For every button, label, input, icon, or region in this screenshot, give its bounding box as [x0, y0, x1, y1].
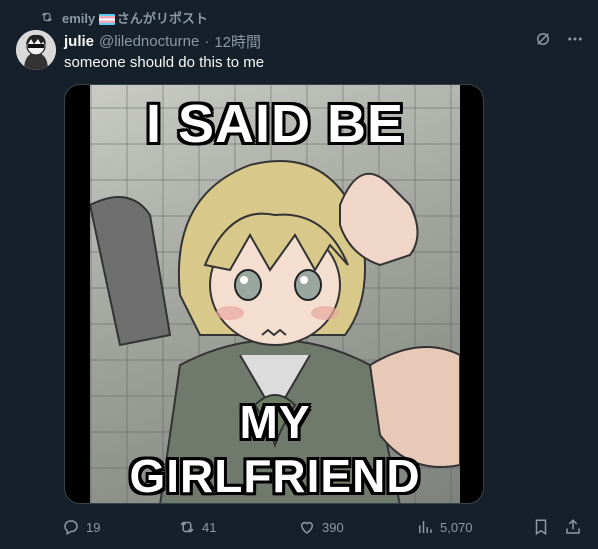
repost-indicator[interactable]: emily さんがリポスト [40, 6, 208, 28]
like-button[interactable]: 390 [298, 518, 344, 536]
display-name[interactable]: julie [64, 33, 94, 50]
user-handle[interactable]: @lilednocturne [99, 33, 199, 50]
reply-button[interactable]: 19 [62, 518, 100, 536]
share-icon [566, 519, 580, 534]
reply-icon [64, 520, 78, 536]
avatar[interactable] [16, 30, 56, 70]
repost-count: 41 [202, 519, 217, 535]
views-chart-icon [419, 521, 432, 533]
heart-icon [300, 521, 314, 534]
repost-user[interactable]: emily [62, 11, 95, 26]
repost-label: さんがリポスト [116, 10, 208, 26]
views-count: 5,070 [440, 519, 473, 535]
reply-count: 19 [86, 519, 101, 535]
repost-icon [180, 521, 194, 533]
tweet-header: julie @lilednocturne · 12時間 [64, 31, 261, 51]
grok-icon[interactable] [534, 30, 552, 48]
tweet-top-actions [534, 30, 584, 48]
trans-flag-icon [98, 13, 115, 25]
timestamp[interactable]: 12時間 [214, 31, 261, 52]
bookmark-icon [535, 519, 547, 536]
tweet-media[interactable]: I SAID BE MY GIRLFRIEND [64, 84, 484, 504]
share-button[interactable] [564, 518, 582, 536]
meme-caption-top: I SAID BE [145, 94, 405, 154]
avatar-image [16, 30, 56, 70]
repost-button[interactable]: 41 [178, 518, 216, 536]
meme-caption-bottom: MY GIRLFRIEND [129, 396, 421, 502]
meme-image: I SAID BE MY GIRLFRIEND [88, 85, 461, 503]
more-options-icon[interactable] [566, 30, 584, 48]
repost-icon [41, 12, 53, 22]
views-button[interactable]: 5,070 [416, 518, 473, 536]
tweet-text: someone should do this to me [64, 54, 265, 71]
bookmark-button[interactable] [532, 518, 550, 536]
like-count: 390 [322, 519, 344, 535]
tweet-actions: 19 41 390 5,070 [62, 514, 586, 540]
separator: · [204, 32, 210, 50]
